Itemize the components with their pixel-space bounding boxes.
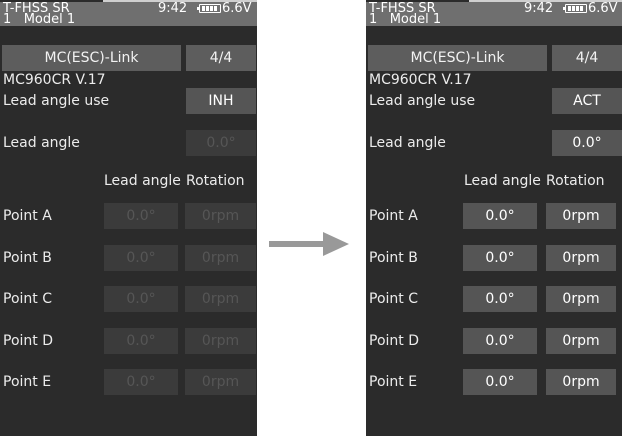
arrow-right-icon <box>269 232 349 256</box>
model-name: Model 1 <box>389 12 442 27</box>
point-b-label: Point B <box>369 250 418 266</box>
point-d-rotation-button[interactable]: 0rpm <box>546 328 616 354</box>
lead-angle-button[interactable]: 0.0° <box>552 130 622 156</box>
point-e-rotation-button[interactable]: 0rpm <box>185 369 256 395</box>
point-a-rotation-button[interactable]: 0rpm <box>546 203 616 229</box>
point-d-lead-button[interactable]: 0.0° <box>104 328 178 354</box>
menu-title: MC(ESC)-Link <box>2 45 181 71</box>
point-b-rotation-button[interactable]: 0rpm <box>185 245 256 271</box>
lead-angle-use-label: Lead angle use <box>3 93 110 109</box>
status-bar: T-FHSS SR 1 Model 1 9:42 6.6V <box>0 2 257 26</box>
clock: 9:42 <box>158 1 188 16</box>
menu-title: MC(ESC)-Link <box>368 45 547 71</box>
point-e-lead-button[interactable]: 0.0° <box>104 369 178 395</box>
transmitter-screen-before: T-FHSS SR 1 Model 1 9:42 6.6V MC(ESC)-Li… <box>0 0 257 436</box>
page-indicator-button[interactable]: 4/4 <box>552 45 622 71</box>
esc-version: MC960CR V.17 <box>3 72 106 88</box>
point-a-lead-button[interactable]: 0.0° <box>463 203 537 229</box>
model-name: Model 1 <box>23 12 76 27</box>
clock: 9:42 <box>524 1 554 16</box>
col-header-lead-angle: Lead angle <box>104 173 181 189</box>
point-b-label: Point B <box>3 250 52 266</box>
point-b-lead-button[interactable]: 0.0° <box>104 245 178 271</box>
point-c-rotation-button[interactable]: 0rpm <box>546 286 616 312</box>
lead-angle-use-button[interactable]: ACT <box>552 88 622 114</box>
model-label: 1 Model 1 <box>369 12 442 27</box>
model-label: 1 Model 1 <box>3 12 76 27</box>
point-d-label: Point D <box>3 333 53 349</box>
point-e-label: Point E <box>369 374 418 390</box>
point-b-rotation-button[interactable]: 0rpm <box>546 245 616 271</box>
point-a-label: Point A <box>3 208 52 224</box>
lead-angle-label: Lead angle <box>369 135 446 151</box>
col-header-rotation: Rotation <box>186 173 245 189</box>
status-bar: T-FHSS SR 1 Model 1 9:42 6.6V <box>366 2 622 26</box>
col-header-rotation: Rotation <box>546 173 605 189</box>
point-b-lead-button[interactable]: 0.0° <box>463 245 537 271</box>
col-header-lead-angle: Lead angle <box>464 173 541 189</box>
model-number: 1 <box>3 12 12 27</box>
point-d-lead-button[interactable]: 0.0° <box>463 328 537 354</box>
point-c-label: Point C <box>3 291 52 307</box>
point-d-rotation-button[interactable]: 0rpm <box>185 328 256 354</box>
battery-icon <box>197 4 221 13</box>
point-c-rotation-button[interactable]: 0rpm <box>185 286 256 312</box>
point-e-label: Point E <box>3 374 52 390</box>
lead-angle-button[interactable]: 0.0° <box>186 130 256 156</box>
battery-voltage: 6.6V <box>222 1 252 16</box>
model-number: 1 <box>369 12 378 27</box>
point-e-rotation-button[interactable]: 0rpm <box>546 369 616 395</box>
point-a-lead-button[interactable]: 0.0° <box>104 203 178 229</box>
page-indicator-button[interactable]: 4/4 <box>186 45 256 71</box>
point-d-label: Point D <box>369 333 419 349</box>
lead-angle-label: Lead angle <box>3 135 80 151</box>
point-c-lead-button[interactable]: 0.0° <box>104 286 178 312</box>
battery-voltage: 6.6V <box>588 1 618 16</box>
point-e-lead-button[interactable]: 0.0° <box>463 369 537 395</box>
point-c-lead-button[interactable]: 0.0° <box>463 286 537 312</box>
point-a-rotation-button[interactable]: 0rpm <box>185 203 256 229</box>
battery-icon <box>563 4 587 13</box>
esc-version: MC960CR V.17 <box>369 72 472 88</box>
lead-angle-use-label: Lead angle use <box>369 93 476 109</box>
point-c-label: Point C <box>369 291 418 307</box>
transmitter-screen-after: T-FHSS SR 1 Model 1 9:42 6.6V MC(ESC)-Li… <box>366 0 622 436</box>
point-a-label: Point A <box>369 208 418 224</box>
lead-angle-use-button[interactable]: INH <box>186 88 256 114</box>
